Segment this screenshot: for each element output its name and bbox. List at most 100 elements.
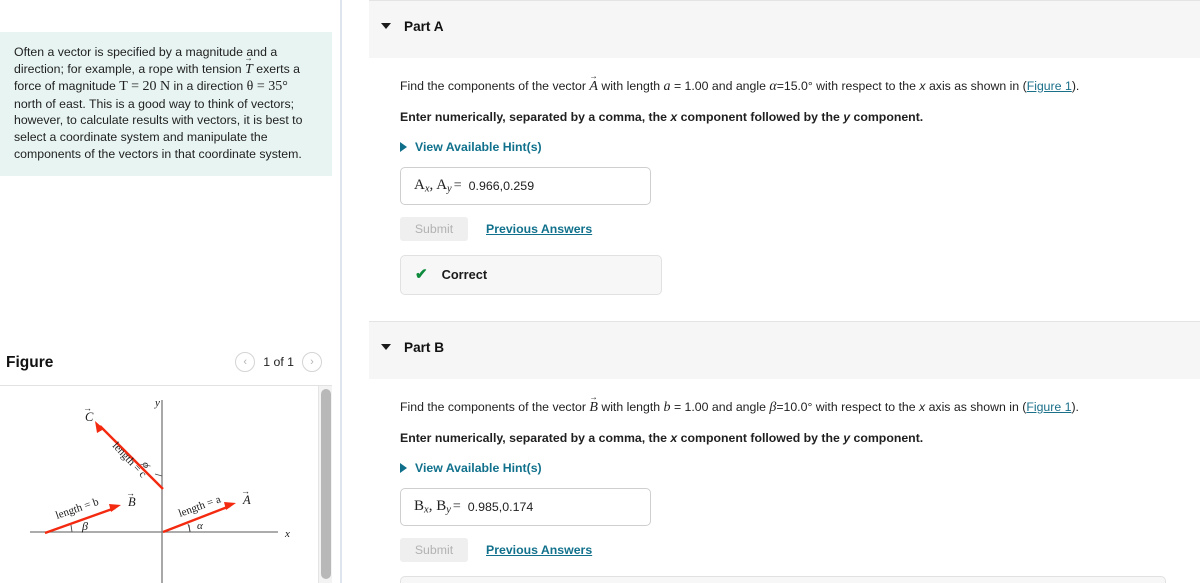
part-b-submit-button[interactable]: Submit <box>400 538 468 562</box>
check-icon: ✔ <box>415 266 428 283</box>
part-b-label: Part B <box>404 340 445 355</box>
part-b-bx-symbol: B <box>414 498 425 515</box>
part-a-previous-answers-link[interactable]: Previous Answers <box>486 222 592 236</box>
part-a-angle-value: =15.0 <box>776 79 808 93</box>
part-a-question: Find the components of the vector A with… <box>400 78 1200 95</box>
part-b-by-symbol: B <box>436 498 447 515</box>
vector-c-arrow-accent: → <box>83 403 92 413</box>
caret-right-icon[interactable] <box>400 142 407 152</box>
part-b-figure-link[interactable]: Figure 1 <box>1026 400 1071 414</box>
figure-title: Figure <box>6 354 54 371</box>
part-b-question-post: with respect to the <box>812 400 920 414</box>
figure-next-button[interactable]: › <box>302 352 322 372</box>
part-a-submit-button[interactable]: Submit <box>400 217 468 241</box>
part-b-instruction-pre: Enter numerically, separated by a comma,… <box>400 431 671 445</box>
figure-scrollbar-thumb[interactable] <box>321 389 331 579</box>
figure-scrollbar[interactable] <box>318 386 332 583</box>
length-a-label: length = a <box>177 493 223 519</box>
part-a-instruction-end: component. <box>850 110 924 124</box>
part-a-ax-symbol: A <box>414 177 425 194</box>
part-a-instruction: Enter numerically, separated by a comma,… <box>400 109 1200 125</box>
part-a-label: Part A <box>404 19 444 34</box>
part-b-bx-subscript: x <box>424 504 429 516</box>
left-panel: Often a vector is specified by a magnitu… <box>0 0 342 583</box>
part-b-button-row: Submit Previous Answers <box>400 538 1200 562</box>
intro-text-box: Often a vector is specified by a magnitu… <box>0 32 332 177</box>
vector-b-arrow-accent: → <box>126 488 135 498</box>
part-b-vector-symbol: B <box>589 400 598 416</box>
part-a-instruction-mid: component followed by the <box>677 110 844 124</box>
part-a-hints-toggle[interactable]: View Available Hint(s) <box>400 140 1200 154</box>
part-a-answer-input[interactable]: Ax, Ay = 0.966,0.259 <box>400 167 651 205</box>
part-b-answer-input[interactable]: Bx, By = 0.985,0.174 <box>400 488 651 526</box>
caret-down-icon[interactable] <box>381 23 391 29</box>
part-b-by-subscript: y <box>446 504 451 516</box>
part-b-length-value: = 1.00 and angle <box>670 400 770 414</box>
figure-prev-button[interactable]: ‹ <box>235 352 256 372</box>
part-a-question-post: with respect to the <box>812 79 920 93</box>
alpha-tick <box>188 524 191 533</box>
part-a-length-value: = 1.00 and angle <box>670 79 770 93</box>
part-a-feedback-head: ✔ Correct <box>415 267 647 282</box>
part-b-hints-toggle[interactable]: View Available Hint(s) <box>400 461 1200 475</box>
part-a-question-post2: axis as shown in ( <box>925 79 1027 93</box>
part-b-instruction: Enter numerically, separated by a comma,… <box>400 430 1200 446</box>
beta-label: β <box>81 519 88 533</box>
part-b-feedback: ✔ Correct The components of B still have… <box>400 576 1166 583</box>
problem-page: Often a vector is specified by a magnitu… <box>0 0 1200 583</box>
part-a-vector-symbol: A <box>589 79 598 95</box>
part-b-instruction-end: component. <box>850 431 924 445</box>
part-a-body: Find the components of the vector A with… <box>344 78 1200 295</box>
alpha-label: α <box>197 520 203 532</box>
tension-magnitude-math: T = 20 N <box>119 79 171 95</box>
part-a-hint-label[interactable]: View Available Hint(s) <box>415 140 542 154</box>
part-b-question: Find the components of the vector B with… <box>400 399 1200 416</box>
part-b-header[interactable]: Part B <box>369 321 1200 379</box>
part-a-angle-symbol: α <box>769 79 777 94</box>
intro-text-4: north of east. This is a good way to thi… <box>14 96 303 161</box>
figure-navigation: ‹ 1 of 1 › <box>235 352 322 372</box>
part-a-ay-symbol: A <box>436 177 448 194</box>
caret-down-icon[interactable] <box>381 344 391 350</box>
part-a-button-row: Submit Previous Answers <box>400 217 1200 241</box>
part-b-question-mid: with length <box>597 400 664 414</box>
vector-a-arrow-accent: → <box>241 486 250 496</box>
vector-diagram: x y length = a A → α length = b B → β le… <box>30 397 290 583</box>
part-b-answer-value[interactable]: 0.985,0.174 <box>468 500 533 514</box>
part-a-ax-subscript: x <box>424 183 430 195</box>
x-axis-label: x <box>284 528 290 540</box>
figure-header: Figure ‹ 1 of 1 › <box>0 348 332 384</box>
intro-text-3: in a direction <box>170 79 247 94</box>
part-a-header[interactable]: Part A <box>369 0 1200 58</box>
intro-paragraph: Often a vector is specified by a magnitu… <box>14 44 318 162</box>
part-a-question-pre: Find the components of the vector <box>400 79 590 93</box>
phi-label: ϕ <box>139 462 151 468</box>
caret-right-icon[interactable] <box>400 463 407 473</box>
y-axis-label: y <box>154 397 160 409</box>
intro-text-1: Often a vector is specified by a magnitu… <box>14 45 278 76</box>
part-b-hint-label[interactable]: View Available Hint(s) <box>415 461 542 475</box>
figure-image-container: x y length = a A → α length = b B → β le… <box>0 386 332 583</box>
phi-tick <box>154 473 163 477</box>
part-b-angle-value: =10.0 <box>776 400 808 414</box>
part-a-equals-sign: = <box>453 178 462 193</box>
right-panel: Part A Find the components of the vector… <box>344 0 1200 583</box>
part-b-body: Find the components of the vector B with… <box>344 399 1200 583</box>
part-b-equals-sign: = <box>452 499 461 514</box>
part-b-instruction-mid: component followed by the <box>677 431 844 445</box>
part-b-previous-answers-link[interactable]: Previous Answers <box>486 543 592 557</box>
length-c-label: length = c <box>110 440 149 481</box>
part-a-feedback: ✔ Correct <box>400 255 662 295</box>
part-a-figure-link[interactable]: Figure 1 <box>1027 79 1072 93</box>
tension-symbol: T <box>245 62 253 79</box>
part-b-question-end: ). <box>1071 400 1079 414</box>
part-a-question-end: ). <box>1071 79 1080 93</box>
part-a-answer-value[interactable]: 0.966,0.259 <box>469 179 534 193</box>
part-b-length-symbol: b <box>663 400 671 415</box>
part-a-ay-subscript: y <box>447 183 452 195</box>
part-a-answer-label: Ax, Ay <box>414 177 452 195</box>
figure-counter: 1 of 1 <box>263 355 294 369</box>
length-b-label: length = b <box>54 496 101 522</box>
part-a-instruction-pre: Enter numerically, separated by a comma,… <box>400 110 671 124</box>
part-a-length-symbol: a <box>663 79 671 94</box>
